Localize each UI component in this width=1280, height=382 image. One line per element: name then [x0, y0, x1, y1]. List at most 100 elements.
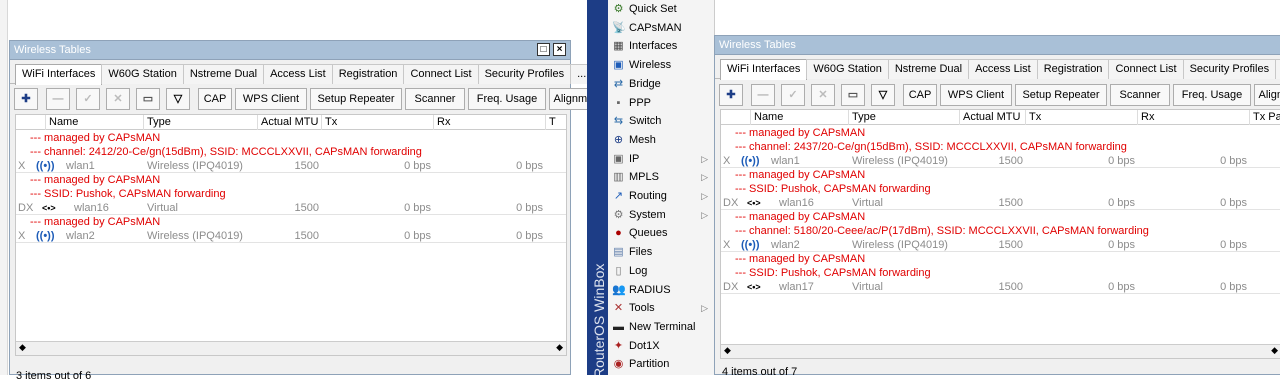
- scroll-left-icon[interactable]: ◆: [724, 345, 731, 356]
- column-rx[interactable]: Rx: [434, 115, 546, 130]
- tab-wifi-interfaces[interactable]: WiFi Interfaces: [720, 59, 808, 80]
- menu-item-dot1x[interactable]: ✦ Dot1X: [608, 337, 714, 356]
- menu-item-radius[interactable]: 👥 RADIUS: [608, 281, 714, 300]
- remove-button[interactable]: —: [46, 88, 70, 110]
- close-button[interactable]: ×: [553, 43, 566, 56]
- filter-button[interactable]: ▽: [871, 84, 895, 106]
- wps-client-button[interactable]: WPS Client: [940, 84, 1012, 106]
- column-tx[interactable]: Tx: [322, 115, 434, 130]
- tab-nstreme-dual[interactable]: Nstreme Dual: [182, 64, 265, 84]
- remove-button[interactable]: —: [751, 84, 775, 106]
- table-row[interactable]: X ((•)) wlan1 Wireless (IPQ4019) 1500 0 bps 0 …: [16, 159, 566, 173]
- column-actual-mtu[interactable]: Actual MTU: [960, 110, 1026, 125]
- column-tx[interactable]: Tx: [1026, 110, 1138, 125]
- remove-icon: —: [52, 93, 64, 105]
- comment-row: --- managed by CAPsMAN: [16, 173, 566, 187]
- menu-item-partition[interactable]: ◉ Partition: [608, 355, 714, 374]
- column-name[interactable]: Name: [46, 115, 144, 130]
- tab-w60g-station[interactable]: W60G Station: [806, 59, 889, 79]
- menu-item-ppp[interactable]: ▪ PPP: [608, 94, 714, 113]
- menu-item-bridge[interactable]: ⇄ Bridge: [608, 75, 714, 94]
- maximize-button[interactable]: □: [537, 43, 550, 56]
- column-flag: [16, 115, 46, 130]
- tab-registration[interactable]: Registration: [331, 64, 405, 84]
- enable-icon: ✓: [788, 89, 798, 101]
- log-icon: ▯: [615, 264, 622, 277]
- menu-item-interfaces[interactable]: ▦ Interfaces: [608, 37, 714, 56]
- tab-w60g-station[interactable]: W60G Station: [101, 64, 184, 84]
- menu-item-quick-set[interactable]: ⚙ Quick Set: [608, 0, 714, 19]
- column-tx-pa[interactable]: Tx Pa: [1250, 110, 1280, 125]
- column-actual-mtu[interactable]: Actual MTU: [258, 115, 322, 130]
- menu-item-label: Dot1X: [629, 339, 660, 352]
- virtual-interface-icon: <•>: [747, 282, 761, 292]
- menu-item-tools[interactable]: ✕ Tools ▷: [608, 299, 714, 318]
- tab-nstreme-dual[interactable]: Nstreme Dual: [887, 59, 970, 79]
- add-button[interactable]: ✚: [719, 84, 743, 106]
- cap-button[interactable]: CAP: [198, 88, 232, 110]
- scroll-left-icon[interactable]: ◆: [19, 342, 26, 353]
- tab-registration[interactable]: Registration: [1036, 59, 1110, 79]
- scanner-button[interactable]: Scanner: [1110, 84, 1170, 106]
- tab-access-list[interactable]: Access List: [263, 64, 333, 84]
- enable-button[interactable]: ✓: [76, 88, 100, 110]
- tab-access-list[interactable]: Access List: [968, 59, 1038, 79]
- tab-security-profiles[interactable]: Security Profiles: [477, 64, 572, 84]
- menu-item-wireless[interactable]: ▣ Wireless: [608, 56, 714, 75]
- menu-item-ip[interactable]: ▣ IP ▷: [608, 150, 714, 169]
- row-flag: X: [723, 155, 731, 167]
- window-title: Wireless Tables: [715, 36, 1280, 55]
- wps-client-button[interactable]: WPS Client: [235, 88, 307, 110]
- table-row[interactable]: X ((•)) wlan2 Wireless (IPQ4019) 1500 0 bps 0 …: [16, 229, 566, 243]
- scanner-button[interactable]: Scanner: [405, 88, 465, 110]
- tab-channels[interactable]: Channels: [1275, 59, 1280, 79]
- column-rx[interactable]: Rx: [1138, 110, 1250, 125]
- table-row[interactable]: X ((•)) wlan2 Wireless (IPQ4019) 1500 0 bps 0 …: [721, 238, 1280, 252]
- switch-icon: ⇆: [613, 115, 624, 128]
- menu-item-queues[interactable]: ● Queues: [608, 224, 714, 243]
- enable-button[interactable]: ✓: [781, 84, 805, 106]
- horizontal-scrollbar[interactable]: ◆ ◆: [16, 341, 566, 355]
- menu-item-new-terminal[interactable]: ▬ New Terminal: [608, 318, 714, 337]
- tab-connect-list[interactable]: Connect List: [1108, 59, 1184, 79]
- table-row[interactable]: DX <•> wlan17 Virtual 1500 0 bps 0 bps: [721, 280, 1280, 294]
- disable-button[interactable]: ✕: [106, 88, 130, 110]
- tab-wifi-interfaces[interactable]: WiFi Interfaces: [15, 64, 103, 85]
- tab-security-profiles[interactable]: Security Profiles: [1182, 59, 1277, 79]
- column-t[interactable]: T: [546, 115, 566, 130]
- comment-button[interactable]: ▭: [841, 84, 865, 106]
- scroll-right-icon[interactable]: ◆: [556, 342, 563, 353]
- setup-repeater-button[interactable]: Setup Repeater: [1015, 84, 1107, 106]
- alignment-button[interactable]: Alignment: [1254, 84, 1280, 106]
- table-row[interactable]: DX <•> wlan16 Virtual 1500 0 bps 0 bps: [721, 196, 1280, 210]
- filter-button[interactable]: ▽: [166, 88, 190, 110]
- menu-item-files[interactable]: ▤ Files: [608, 243, 714, 262]
- menu-item-routing[interactable]: ↗ Routing ▷: [608, 187, 714, 206]
- scroll-right-icon[interactable]: ◆: [1271, 345, 1278, 356]
- comment-button[interactable]: ▭: [136, 88, 160, 110]
- disable-button[interactable]: ✕: [811, 84, 835, 106]
- row-rx: 0 bps: [1220, 155, 1247, 167]
- add-button[interactable]: ✚: [14, 88, 38, 110]
- column-type[interactable]: Type: [849, 110, 960, 125]
- cap-button[interactable]: CAP: [903, 84, 937, 106]
- comment-row: --- managed by CAPsMAN: [721, 168, 1280, 182]
- menu-item-label: CAPsMAN: [629, 21, 682, 34]
- table-row[interactable]: X ((•)) wlan1 Wireless (IPQ4019) 1500 0 bps 0 …: [721, 154, 1280, 168]
- menu-item-switch[interactable]: ⇆ Switch: [608, 112, 714, 131]
- menu-item-log[interactable]: ▯ Log: [608, 262, 714, 281]
- table-row[interactable]: DX <•> wlan16 Virtual 1500 0 bps 0 bps: [16, 201, 566, 215]
- menu-item-system[interactable]: ⚙ System ▷: [608, 206, 714, 225]
- column-type[interactable]: Type: [144, 115, 258, 130]
- freq-usage-button[interactable]: Freq. Usage: [468, 88, 546, 110]
- menu-item-mpls[interactable]: ▥ MPLS ▷: [608, 168, 714, 187]
- column-name[interactable]: Name: [751, 110, 849, 125]
- horizontal-scrollbar[interactable]: ◆ ◆: [721, 344, 1280, 358]
- tab-connect-list[interactable]: Connect List: [403, 64, 479, 84]
- menu-item-capsman[interactable]: 📡 CAPsMAN: [608, 19, 714, 38]
- setup-repeater-button[interactable]: Setup Repeater: [310, 88, 402, 110]
- add-icon: ✚: [21, 93, 31, 105]
- queues-icon: ●: [615, 227, 622, 240]
- menu-item-mesh[interactable]: ⊕ Mesh: [608, 131, 714, 150]
- freq-usage-button[interactable]: Freq. Usage: [1173, 84, 1251, 106]
